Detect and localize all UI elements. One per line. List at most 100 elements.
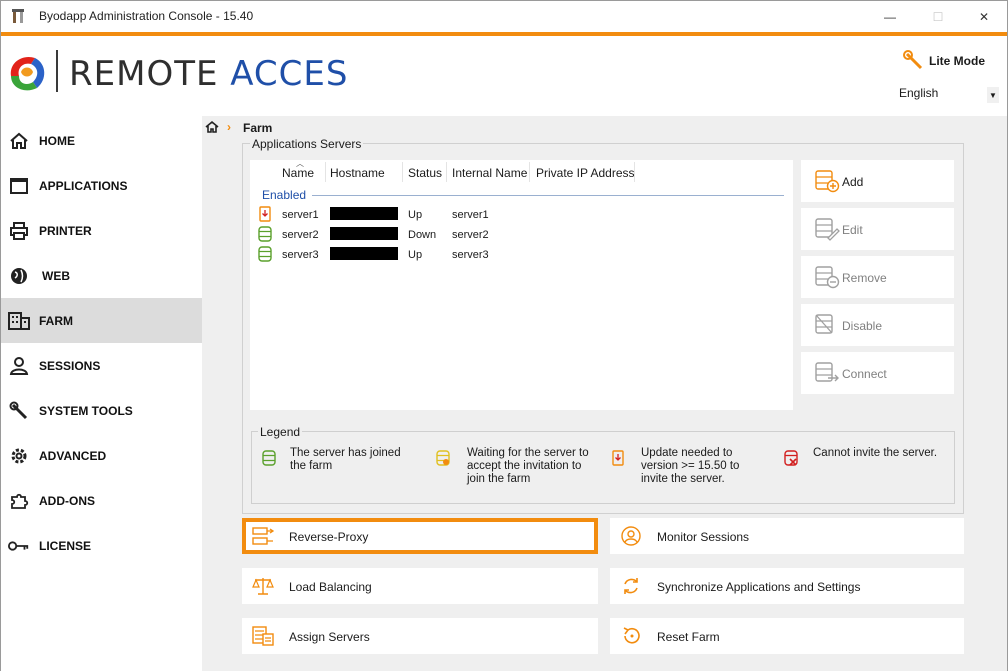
breadcrumb-current: Farm [243,121,273,135]
server-error-icon [784,450,798,466]
assign-servers-icon [252,626,274,646]
cell-status: Down [408,229,437,241]
legend-error-text: Cannot invite the server. [813,447,938,459]
sidebar-item-label: LICENSE [39,538,92,553]
server-update-icon [612,450,624,466]
column-divider [529,162,530,182]
monitor-sessions-button[interactable]: Monitor Sessions [610,518,964,554]
server-joined-icon [262,450,276,466]
key-icon [8,535,30,557]
disable-server-button[interactable]: Disable [801,304,954,346]
sidebar-item-advanced[interactable]: ADVANCED [1,433,202,478]
wrench-icon [8,400,30,422]
lite-mode-toggle[interactable]: Lite Mode [903,50,985,72]
language-select[interactable]: English ▼ [899,86,1001,104]
load-balancing-button[interactable]: Load Balancing [242,568,598,604]
breadcrumb-chevron-icon: › [227,120,231,134]
column-header-status[interactable]: Status [408,166,442,180]
logo-text-part1: REMOTE [69,54,231,94]
logo-text-part2: ACCES [230,54,349,94]
cell-name: server2 [282,229,319,241]
sidebar-item-farm[interactable]: FARM [1,298,202,343]
applications-servers-title: Applications Servers [250,137,364,151]
reverse-proxy-icon [252,527,274,545]
column-divider [446,162,447,182]
sidebar-item-label: WEB [42,268,70,283]
reverse-proxy-button[interactable]: Reverse-Proxy [242,518,598,554]
table-row[interactable]: server2 Down server2 [250,225,793,245]
legend-waiting-text: Waiting for the server to accept the inv… [467,447,589,485]
legend-title: Legend [258,425,303,439]
legend-joined-text: The server has joined the farm [290,447,401,472]
table-row[interactable]: server1 Up server1 [250,205,793,225]
sidebar-item-printer[interactable]: PRINTER [1,208,202,253]
sidebar-item-home[interactable]: HOME [1,118,202,163]
connect-server-button[interactable]: Connect [801,352,954,394]
column-header-hostname[interactable]: Hostname [330,166,385,180]
sidebar-item-applications[interactable]: APPLICATIONS [1,163,202,208]
synchronize-button[interactable]: Synchronize Applications and Settings [610,568,964,604]
logo-divider [56,50,58,92]
add-button-label: Add [842,175,864,189]
maximize-button[interactable]: ☐ [915,1,961,32]
assign-servers-button[interactable]: Assign Servers [242,618,598,654]
sidebar-item-license[interactable]: LICENSE [1,523,202,568]
edit-server-button[interactable]: Edit [801,208,954,250]
sidebar-item-system-tools[interactable]: SYSTEM TOOLS [1,388,202,433]
sidebar-item-web[interactable]: WEB [1,253,202,298]
balance-scale-icon [252,578,274,595]
column-header-name[interactable]: Name [282,166,314,180]
grid-header: ︿ Name Hostname Status Internal Name Pri… [250,159,793,185]
table-row[interactable]: server3 Up server3 [250,245,793,265]
close-button[interactable]: ✕ [961,1,1007,32]
user-icon [8,355,30,377]
redacted-hostname [330,227,398,240]
breadcrumb-home-icon[interactable] [205,120,219,134]
puzzle-icon [8,490,30,512]
app-header: REMOTE ACCES Lite Mode English ▼ [1,36,1007,116]
remove-server-button[interactable]: Remove [801,256,954,298]
redacted-hostname [330,207,398,220]
assign-servers-label: Assign Servers [289,630,370,644]
column-divider [402,162,403,182]
brand-logo-text: REMOTE ACCES [69,54,348,94]
monitor-sessions-label: Monitor Sessions [657,530,750,544]
column-header-internal-name[interactable]: Internal Name [452,166,527,180]
window-title: Byodapp Administration Console - 15.40 [39,9,254,23]
window-icon [8,175,30,197]
main-content: › Farm Applications Servers ︿ Name Hostn… [202,116,1007,671]
server-waiting-icon [436,450,450,466]
remove-server-icon [815,266,840,289]
sidebar-item-label: SYSTEM TOOLS [39,403,133,418]
minimize-button[interactable]: — [867,1,913,32]
printer-icon [8,220,30,242]
home-icon [8,130,30,152]
sidebar-item-sessions[interactable]: SESSIONS [1,343,202,388]
edit-server-icon [815,218,840,241]
app-window: Byodapp Administration Console - 15.40 —… [0,0,1008,671]
column-header-private-ip[interactable]: Private IP Address [536,166,635,180]
app-tools-icon [12,9,24,23]
add-server-button[interactable]: Add [801,160,954,202]
cell-status: Up [408,209,423,221]
cell-internal-name: server1 [452,209,489,221]
servers-grid: ︿ Name Hostname Status Internal Name Pri… [250,159,793,410]
sidebar: HOME APPLICATIONS PRINTER WEB FARM SESSI… [1,116,202,671]
connect-button-label: Connect [842,367,887,381]
column-divider [325,162,326,182]
building-icon [8,310,30,332]
add-server-icon [815,170,840,193]
group-label-enabled[interactable]: Enabled [262,188,306,202]
reset-farm-button[interactable]: Reset Farm [610,618,964,654]
sidebar-item-add-ons[interactable]: ADD-ONS [1,478,202,523]
cell-name: server1 [282,209,319,221]
column-divider [634,162,635,182]
sidebar-item-label: PRINTER [39,223,92,238]
disable-server-icon [815,314,833,334]
cell-internal-name: server3 [452,249,489,261]
load-balancing-label: Load Balancing [289,580,372,594]
language-value: English [899,86,939,100]
reset-icon [623,627,640,644]
title-bar: Byodapp Administration Console - 15.40 —… [1,1,1007,32]
sidebar-item-label: APPLICATIONS [39,178,128,193]
